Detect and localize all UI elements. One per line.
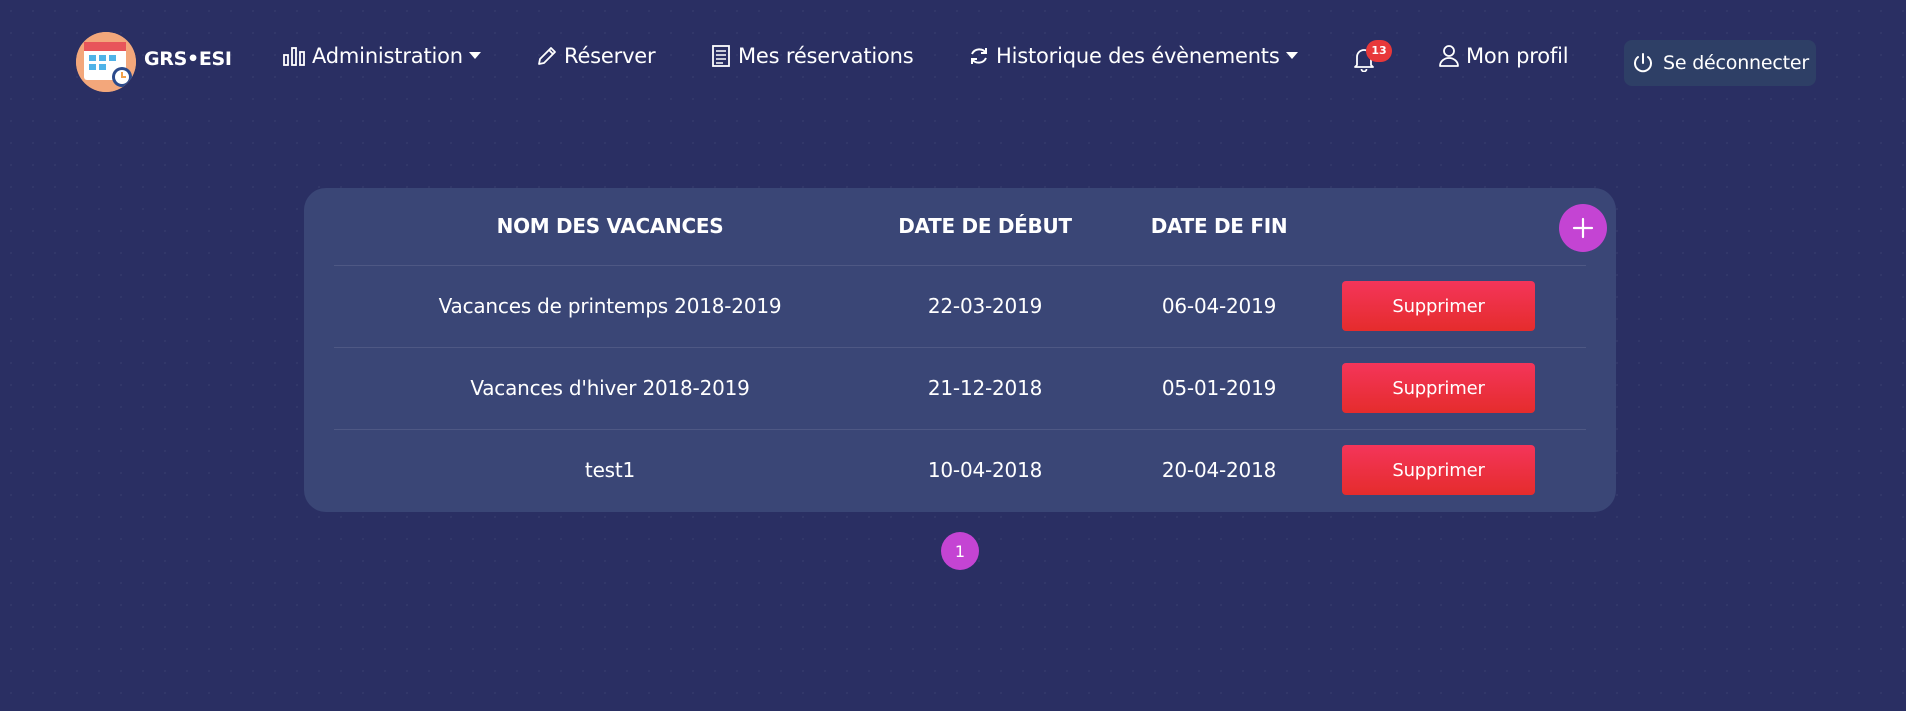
document-list-icon	[712, 45, 730, 67]
pagination-page-button[interactable]: 1	[941, 532, 979, 570]
table-row: Vacances de printemps 2018-2019 22-03-20…	[334, 266, 1586, 348]
column-header-start: DATE DE DÉBUT	[898, 214, 1072, 238]
column-header-end: DATE DE FIN	[1150, 214, 1288, 238]
refresh-icon	[971, 48, 987, 64]
navbar: GRS•ESI Administration Réserver Mes rése…	[0, 0, 1906, 124]
nav-reserver[interactable]: Réserver	[536, 44, 656, 68]
nav-reserver-label: Réserver	[564, 44, 656, 68]
table-row: test1 10-04-2018 20-04-2018 Supprimer	[334, 430, 1586, 512]
user-icon	[1439, 45, 1459, 67]
cell-end: 06-04-2019	[1161, 294, 1277, 318]
cell-end: 05-01-2019	[1161, 376, 1277, 400]
logout-button[interactable]: Se déconnecter	[1624, 40, 1816, 86]
vacances-table-card: NOM DES VACANCES DATE DE DÉBUT DATE DE F…	[304, 188, 1616, 512]
table-header: NOM DES VACANCES DATE DE DÉBUT DATE DE F…	[334, 188, 1607, 266]
table-row: Vacances d'hiver 2018-2019 21-12-2018 05…	[334, 348, 1586, 430]
cell-name: Vacances d'hiver 2018-2019	[470, 376, 750, 400]
delete-button[interactable]: Supprimer	[1342, 363, 1535, 413]
brand[interactable]: GRS•ESI	[76, 32, 232, 92]
cell-start: 21-12-2018	[927, 376, 1043, 400]
logout-label: Se déconnecter	[1663, 52, 1809, 74]
nav-administration-label: Administration	[312, 44, 463, 68]
cell-name: Vacances de printemps 2018-2019	[438, 294, 782, 318]
nav-historique[interactable]: Historique des évènements	[968, 44, 1304, 68]
nav-historique-label: Historique des évènements	[996, 44, 1280, 68]
cell-end: 20-04-2018	[1161, 458, 1277, 482]
calendar-logo-icon	[76, 32, 136, 92]
add-vacances-button[interactable]	[1559, 204, 1607, 252]
pencil-icon	[538, 47, 556, 65]
column-header-name: NOM DES VACANCES	[496, 214, 724, 238]
nav-profil[interactable]: Mon profil	[1438, 44, 1569, 68]
delete-button[interactable]: Supprimer	[1342, 445, 1535, 495]
cell-start: 22-03-2019	[927, 294, 1043, 318]
cell-start: 10-04-2018	[927, 458, 1043, 482]
power-icon	[1634, 53, 1652, 73]
nav-mes-reservations[interactable]: Mes réservations	[710, 44, 914, 68]
caret-down-icon	[468, 52, 481, 59]
cell-name: test1	[584, 458, 636, 482]
caret-down-icon	[1285, 52, 1298, 59]
plus-icon	[1572, 217, 1594, 239]
brand-name: GRS•ESI	[144, 48, 232, 70]
notification-badge: 13	[1366, 40, 1392, 62]
nav-administration[interactable]: Administration	[282, 44, 487, 68]
nav-profil-label: Mon profil	[1466, 44, 1569, 68]
delete-button[interactable]: Supprimer	[1342, 281, 1535, 331]
nav-mes-reservations-label: Mes réservations	[738, 44, 914, 68]
bar-chart-icon	[283, 47, 305, 66]
